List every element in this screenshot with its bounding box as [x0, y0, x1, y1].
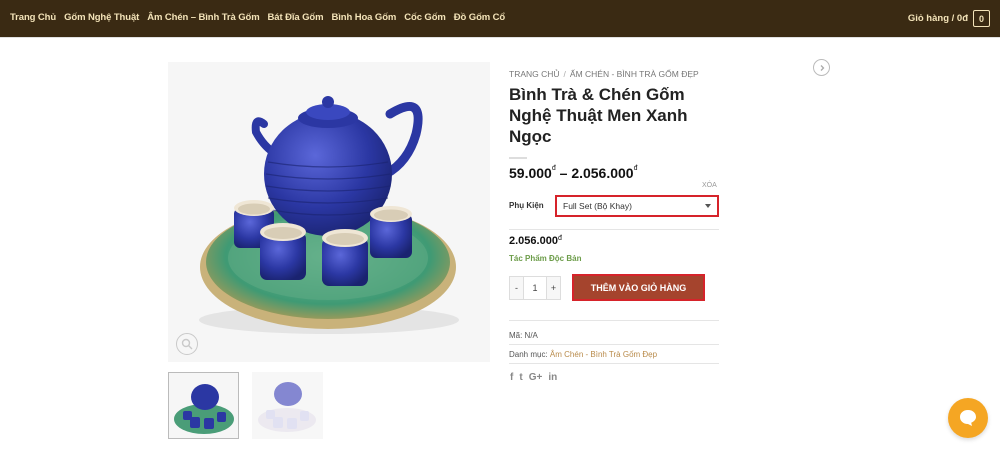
twitter-icon[interactable]: t	[519, 372, 522, 383]
divider	[509, 363, 719, 364]
linkedin-icon[interactable]: in	[548, 372, 557, 383]
main-nav: Trang Chủ Gốm Nghệ Thuật Âm Chén – Bình …	[10, 12, 513, 23]
next-product-icon[interactable]	[813, 59, 830, 76]
product-thumbnail-2[interactable]	[252, 372, 323, 439]
nav-item-antiques[interactable]: Đồ Gốm Cổ	[454, 12, 505, 23]
breadcrumb-separator: /	[563, 69, 566, 79]
breadcrumb-home[interactable]: TRANG CHỦ	[509, 69, 560, 79]
currency-symbol: đ	[557, 235, 562, 242]
qty-minus-button[interactable]: -	[510, 277, 523, 299]
accessory-select[interactable]: Full Set (Bộ Khay)	[555, 195, 719, 217]
variation-price: 2.056.000đ	[509, 235, 562, 247]
breadcrumb: TRANG CHỦ / ẤM CHÉN - BÌNH TRÀ GỐM ĐẸP	[509, 69, 699, 79]
currency-symbol: đ	[633, 165, 638, 172]
share-icons: f t G+ in	[510, 372, 557, 383]
attribute-label: Phụ Kiện	[509, 201, 544, 210]
site-header: Trang Chủ Gốm Nghệ Thuật Âm Chén – Bình …	[0, 0, 1000, 38]
category-meta: Danh mục: Âm Chén - Bình Trà Gốm Đẹp	[509, 350, 657, 359]
divider	[509, 344, 719, 345]
qty-input[interactable]: 1	[523, 277, 547, 299]
currency-symbol: đ	[551, 165, 556, 172]
variation-price-value: 2.056.000	[509, 235, 558, 247]
product-thumbnail-1[interactable]	[168, 372, 239, 439]
clear-selection-link[interactable]: XÓA	[702, 182, 717, 189]
zoom-icon[interactable]	[176, 333, 198, 355]
google-plus-icon[interactable]: G+	[529, 372, 543, 383]
divider	[509, 229, 719, 230]
accessory-select-value[interactable]: Full Set (Bộ Khay)	[563, 201, 632, 211]
nav-item-vases[interactable]: Bình Hoa Gốm	[331, 12, 396, 23]
title-divider	[509, 157, 527, 159]
price-separator: –	[559, 165, 568, 181]
stock-status: Tác Phẩm Độc Bản	[509, 254, 582, 263]
nav-item-art-ceramics[interactable]: Gốm Nghệ Thuật	[64, 12, 139, 23]
chat-bubble-icon[interactable]	[948, 398, 988, 438]
qty-plus-button[interactable]: +	[547, 277, 560, 299]
header-cart[interactable]: Giỏ hàng / 0đ 0	[908, 10, 990, 27]
nav-item-teaware[interactable]: Âm Chén – Bình Trà Gốm	[147, 12, 259, 23]
price-max: 2.056.000	[571, 165, 634, 181]
sku: Mã: N/A	[509, 331, 538, 340]
price-range: 59.000đ – 2.056.000đ	[509, 165, 638, 181]
breadcrumb-category[interactable]: ẤM CHÉN - BÌNH TRÀ GỐM ĐẸP	[570, 69, 699, 79]
teapot-set-illustration	[168, 62, 490, 362]
category-label: Danh mục:	[509, 350, 548, 359]
cart-label[interactable]: Giỏ hàng / 0đ	[908, 13, 968, 24]
nav-item-cups[interactable]: Cốc Gốm	[404, 12, 446, 23]
nav-item-home[interactable]: Trang Chủ	[10, 12, 56, 23]
add-to-cart-button[interactable]: THÊM VÀO GIỎ HÀNG	[572, 274, 705, 301]
nav-item-bowls-plates[interactable]: Bát Đĩa Gốm	[268, 12, 324, 23]
facebook-icon[interactable]: f	[510, 372, 513, 383]
product-title: Bình Trà & Chén Gốm Nghệ Thuật Men Xanh …	[509, 85, 688, 146]
category-link[interactable]: Âm Chén - Bình Trà Gốm Đẹp	[550, 350, 657, 359]
cart-count-badge[interactable]: 0	[973, 10, 990, 27]
price-min: 59.000	[509, 165, 552, 181]
quantity-stepper: - 1 +	[509, 276, 561, 300]
divider	[509, 320, 719, 321]
chevron-down-icon[interactable]	[705, 204, 711, 208]
product-main-image[interactable]	[168, 62, 490, 362]
